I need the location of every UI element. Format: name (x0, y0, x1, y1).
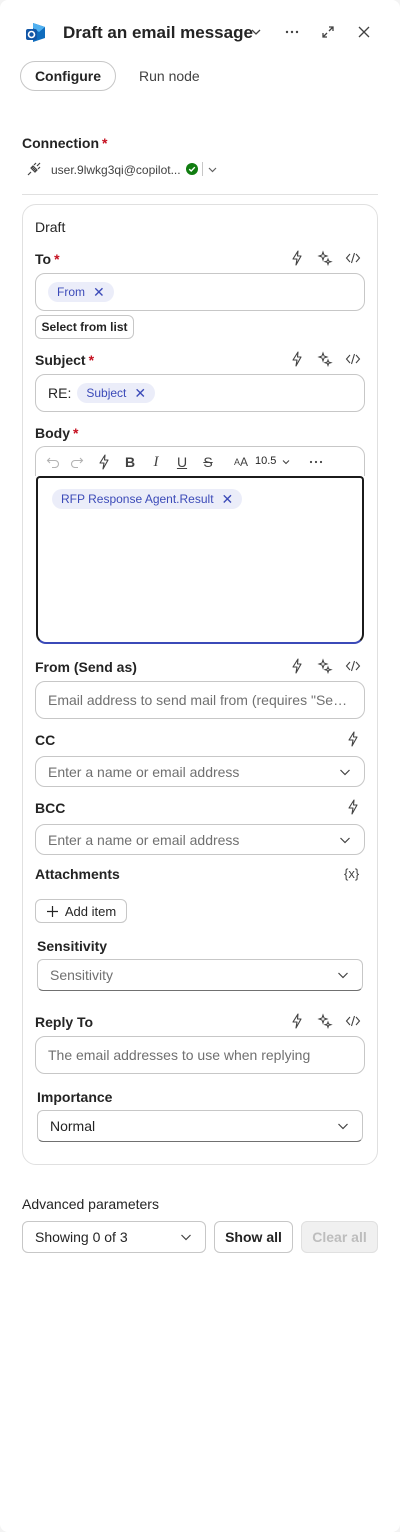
sparkle-icon[interactable] (316, 657, 334, 675)
to-label: To * (35, 251, 60, 267)
remove-token-icon[interactable]: ✕ (134, 386, 146, 400)
undo-icon[interactable] (44, 453, 62, 471)
code-icon[interactable] (344, 657, 362, 675)
sensitivity-label: Sensitivity (37, 938, 108, 954)
connection-divider (202, 162, 203, 176)
from-send-as-label: From (Send as) (35, 659, 137, 675)
cc-label: CC (35, 732, 56, 748)
lightning-icon[interactable] (288, 249, 306, 267)
redo-icon[interactable] (68, 453, 86, 471)
importance-select[interactable]: Normal (37, 1110, 363, 1142)
variable-icon[interactable]: {x} (344, 866, 359, 881)
importance-label: Importance (37, 1089, 113, 1105)
cc-combobox[interactable]: Enter a name or email address (35, 756, 365, 787)
chevron-down-icon (336, 1119, 350, 1133)
advanced-parameters-select[interactable]: Showing 0 of 3 (22, 1221, 206, 1253)
reply-to-input[interactable]: The email addresses to use when replying (35, 1036, 365, 1074)
font-size-value[interactable]: 10.5 (255, 455, 276, 467)
advanced-parameters-label: Advanced parameters (22, 1196, 159, 1212)
add-item-button[interactable]: Add item (35, 899, 127, 923)
subject-label: Subject * (35, 352, 95, 368)
italic-icon[interactable]: I (147, 453, 165, 471)
sensitivity-placeholder: Sensitivity (50, 967, 114, 983)
chevron-down-icon[interactable] (244, 20, 268, 44)
sparkle-icon[interactable] (316, 249, 334, 267)
from-send-as-placeholder: Email address to send mail from (require… (48, 692, 352, 708)
expand-icon[interactable] (316, 20, 340, 44)
bcc-label: BCC (35, 800, 66, 816)
chevron-down-icon (338, 765, 352, 779)
tab-configure[interactable]: Configure (20, 61, 116, 91)
connection-chevron-icon[interactable] (207, 164, 218, 175)
subject-prefix: RE: (48, 385, 72, 401)
font-size-chevron-icon[interactable] (281, 457, 291, 467)
editor-toolbar: B I U S AA 10.5 (35, 446, 365, 476)
lightning-icon[interactable] (288, 1012, 306, 1030)
bcc-placeholder: Enter a name or email address (48, 831, 240, 848)
body-editor[interactable]: RFP Response Agent.Result ✕ (36, 476, 364, 644)
plug-icon (26, 161, 42, 177)
underline-icon[interactable]: U (173, 453, 191, 471)
tab-run-node[interactable]: Run node (139, 68, 200, 84)
chevron-down-icon (336, 968, 350, 982)
section-divider (22, 194, 378, 195)
connection-value[interactable]: user.9lwkg3qi@copilot... (51, 163, 181, 177)
chevron-down-icon (179, 1230, 193, 1244)
importance-value: Normal (50, 1118, 96, 1134)
show-all-button[interactable]: Show all (214, 1221, 293, 1253)
sparkle-icon[interactable] (316, 1012, 334, 1030)
subject-token: Subject ✕ (77, 383, 156, 403)
bcc-combobox[interactable]: Enter a name or email address (35, 824, 365, 855)
font-size-icon[interactable]: AA (232, 453, 250, 471)
to-token: From ✕ (48, 282, 114, 302)
sensitivity-select[interactable]: Sensitivity (37, 959, 363, 991)
code-icon[interactable] (344, 350, 362, 368)
subject-field[interactable]: RE: Subject ✕ (35, 374, 365, 412)
lightning-icon[interactable] (288, 350, 306, 368)
more-options-icon[interactable] (280, 20, 304, 44)
lightning-icon[interactable] (95, 453, 113, 471)
to-field[interactable]: From ✕ (35, 273, 365, 311)
remove-token-icon[interactable]: ✕ (222, 492, 234, 506)
reply-to-placeholder: The email addresses to use when replying (48, 1047, 311, 1063)
draft-email-panel: Draft an email message Configure Run nod… (0, 0, 400, 1532)
lightning-icon[interactable] (344, 730, 362, 748)
body-token: RFP Response Agent.Result ✕ (52, 489, 243, 509)
strikethrough-icon[interactable]: S (199, 453, 217, 471)
sparkle-icon[interactable] (316, 350, 334, 368)
chevron-down-icon (338, 833, 352, 847)
close-icon[interactable] (352, 20, 376, 44)
clear-all-button[interactable]: Clear all (301, 1221, 378, 1253)
lightning-icon[interactable] (344, 798, 362, 816)
body-label: Body * (35, 425, 79, 441)
code-icon[interactable] (344, 1012, 362, 1030)
connection-label: Connection * (22, 135, 108, 151)
connected-status-icon (186, 163, 198, 175)
attachments-label: Attachments (35, 866, 120, 882)
add-icon (46, 905, 58, 917)
from-send-as-input[interactable]: Email address to send mail from (require… (35, 681, 365, 719)
remove-token-icon[interactable]: ✕ (93, 285, 105, 299)
page-title: Draft an email message (63, 23, 253, 42)
lightning-icon[interactable] (288, 657, 306, 675)
bold-icon[interactable]: B (121, 453, 139, 471)
more-formatting-icon[interactable] (307, 453, 325, 471)
cc-placeholder: Enter a name or email address (48, 763, 240, 780)
draft-card-title: Draft (35, 219, 66, 235)
select-from-list-button[interactable]: Select from list (35, 315, 134, 339)
reply-to-label: Reply To (35, 1014, 94, 1030)
code-icon[interactable] (344, 249, 362, 267)
outlook-app-icon (24, 20, 48, 44)
